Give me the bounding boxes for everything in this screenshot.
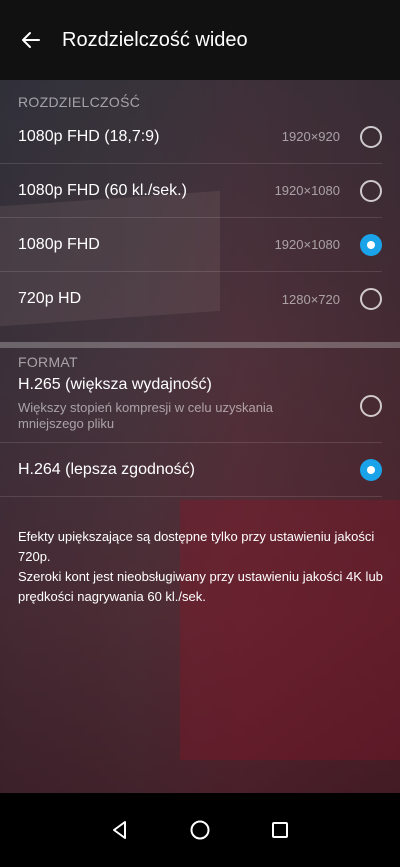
option-resolution: 1920×920 [281,129,340,144]
resolution-option[interactable]: 1080p FHD (60 kl./sek.) 1920×1080 [0,164,382,218]
nav-home-button[interactable] [180,810,220,850]
radio-button-selected[interactable] [360,458,382,481]
option-label: 720p HD [18,290,82,307]
option-label: 1080p FHD (60 kl./sek.) [18,181,187,199]
option-resolution: 1280×720 [281,291,340,307]
radio-button[interactable] [360,125,382,148]
resolution-option[interactable]: 1080p FHD (18,7:9) 1920×920 [0,110,382,164]
option-label: 1080p FHD [18,235,100,253]
top-app-bar: Rozdzielczość wideo [0,0,400,80]
nav-recents-button[interactable] [260,810,300,850]
nav-back-button[interactable] [100,810,140,850]
arrow-left-icon [22,32,40,48]
circle-home-icon [190,820,210,840]
option-label: H.265 (większa wydajność) [18,376,212,393]
info-notes: Efekty upiększające są dostępne tylko pr… [18,527,388,607]
note-text: Efekty upiększające są dostępne tylko pr… [18,529,375,564]
option-label: H.264 (lepsza zgodność) [18,460,195,478]
square-recents-icon [272,822,288,838]
system-navigation-bar [0,793,400,867]
settings-content: ROZDZIELCZOŚĆ 1080p FHD (18,7:9) 1920×92… [0,80,400,497]
radio-button[interactable] [360,179,382,202]
resolution-section-header: ROZDZIELCZOŚĆ [18,94,141,110]
option-resolution: 1920×1080 [274,183,340,198]
page-title: Rozdzielczość wideo [62,28,248,51]
resolution-option[interactable]: 1080p FHD 1920×1080 [0,218,382,272]
note-text: Szeroki kont jest nieobsługiwany przy us… [18,569,383,604]
radio-button[interactable] [360,288,382,310]
format-option[interactable]: H.265 (większa wydajność) Większy stopie… [0,370,382,443]
option-resolution: 1920×1080 [274,237,340,252]
triangle-back-icon [113,821,126,839]
option-description: Większy stopień kompresji w celu uzyskan… [18,400,274,431]
format-option[interactable]: H.264 (lepsza zgodność) [0,443,382,497]
option-label: 1080p FHD (18,7:9) [18,127,160,145]
radio-button[interactable] [360,395,382,417]
back-button[interactable] [16,25,46,55]
resolution-option[interactable]: 720p HD 1280×720 [0,272,382,326]
radio-button-selected[interactable] [360,233,382,256]
format-section-header: FORMAT [18,354,78,370]
